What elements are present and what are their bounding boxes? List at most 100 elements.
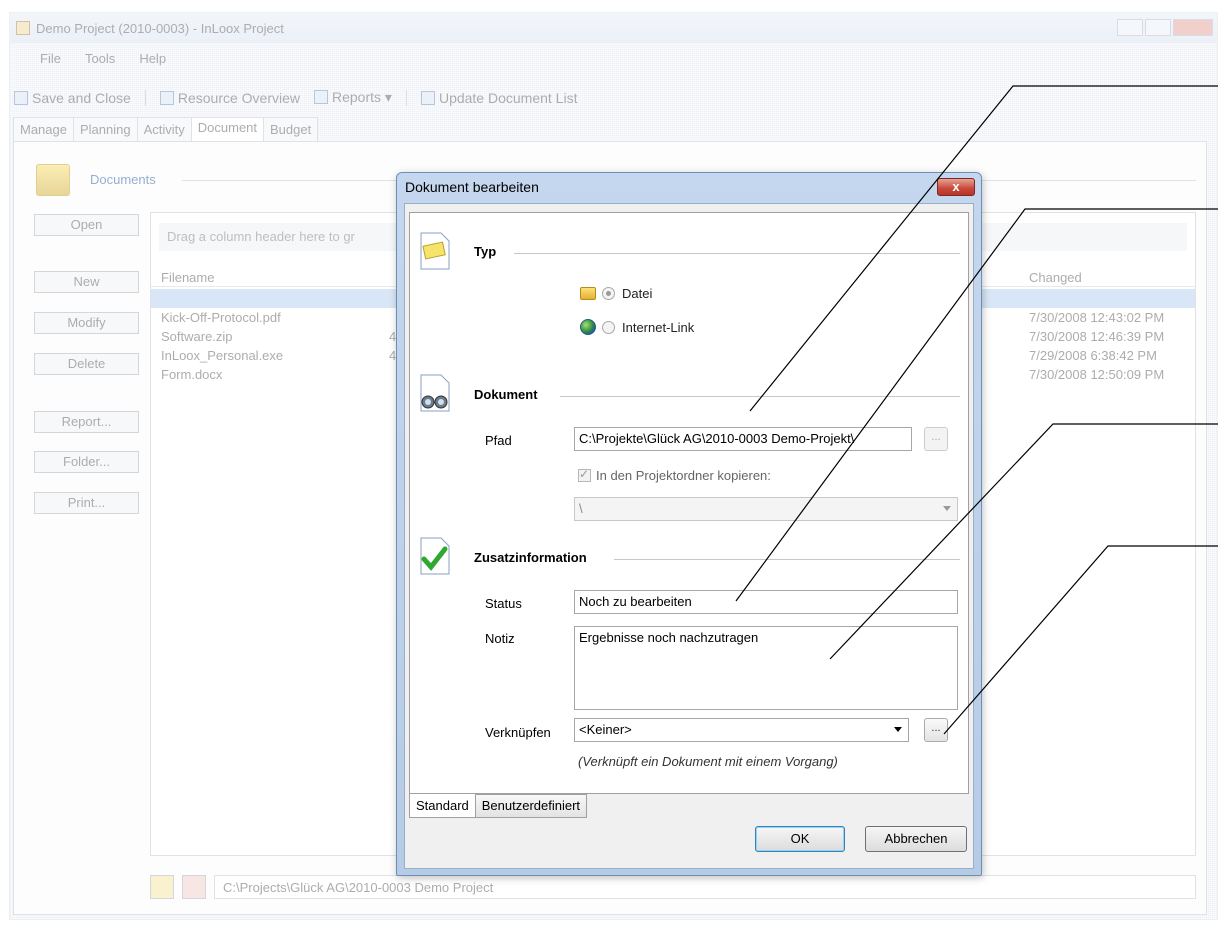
path-label: Pfad (485, 433, 512, 448)
open-folder-button[interactable] (150, 875, 174, 899)
status-label: Status (485, 596, 522, 611)
dialog-body: Typ Datei Internet-Link Dokument Pfad C:… (404, 203, 974, 869)
report-button[interactable]: Report... (34, 411, 139, 433)
link-combo[interactable]: <Keiner> (574, 718, 909, 742)
cell-changed: 7/30/2008 12:46:39 PM (1029, 329, 1165, 344)
cell-filename: InLoox_Personal.exe (161, 348, 284, 363)
cell-changed: 7/30/2008 12:43:02 PM (1029, 310, 1165, 325)
menu-file[interactable]: File (40, 51, 61, 66)
resource-icon (159, 90, 174, 105)
folder-icon (580, 287, 596, 300)
close-icon: x (952, 179, 960, 194)
note-icon (420, 232, 450, 270)
menu-tools[interactable]: Tools (85, 51, 115, 66)
radio-internet-link-label: Internet-Link (622, 319, 695, 335)
cell-filename: Software.zip (161, 329, 233, 344)
save-icon (14, 90, 28, 105)
tab-custom[interactable]: Benutzerdefiniert (474, 794, 588, 818)
save-close-label: Save and Close (32, 89, 131, 106)
globe-icon (580, 319, 596, 335)
link-browse-button[interactable]: ... (924, 718, 948, 742)
footer-bar: C:\Projects\Glück AG\2010-0003 Demo Proj… (150, 874, 1196, 900)
update-list-button[interactable]: Update Document List (420, 89, 578, 106)
zusatz-divider (614, 559, 960, 560)
toolbar-separator (144, 89, 146, 106)
edit-document-dialog: Dokument bearbeiten x Typ Datei Internet… (396, 172, 982, 876)
minimize-button[interactable] (1117, 19, 1143, 36)
note-label: Notiz (485, 631, 515, 646)
path-field[interactable]: C:\Projekte\Glück AG\2010-0003 Demo-Proj… (574, 427, 912, 451)
resource-overview-button[interactable]: Resource Overview (159, 89, 300, 106)
standard-tab-panel: Typ Datei Internet-Link Dokument Pfad C:… (409, 212, 969, 794)
radio-internet-link[interactable]: Internet-Link (580, 319, 694, 335)
radio-file-indicator[interactable] (602, 287, 615, 300)
column-changed[interactable]: Changed (1029, 270, 1082, 285)
open-button[interactable]: Open (34, 214, 139, 236)
toolbar-separator (405, 89, 407, 106)
print-button[interactable]: Print... (34, 492, 139, 514)
window-controls (1117, 19, 1213, 36)
cell-filename: Form.docx (161, 367, 223, 382)
folder-button[interactable]: Folder... (34, 451, 139, 473)
maximize-button[interactable] (1145, 19, 1171, 36)
cell-changed: 7/29/2008 6:38:42 PM (1029, 348, 1157, 363)
project-folder-value: \ (579, 501, 583, 516)
refresh-icon (420, 90, 435, 105)
remove-folder-button[interactable] (182, 875, 206, 899)
path-browse-button[interactable]: ... (924, 427, 948, 451)
main-tabs: Manage Planning Activity Document Budget (13, 117, 319, 141)
copy-to-project-checkbox[interactable]: ✓ In den Projektordner kopieren: (578, 467, 771, 483)
radio-file-label: Datei (622, 286, 653, 301)
tab-activity[interactable]: Activity (136, 117, 192, 141)
delete-button[interactable]: Delete (34, 353, 139, 375)
reports-label: Reports (332, 89, 382, 105)
window-close-button[interactable] (1173, 19, 1213, 36)
dokument-divider (560, 396, 960, 397)
note-textarea[interactable]: Ergebnisse noch nachzutragen (574, 626, 958, 710)
link-label: Verknüpfen (485, 725, 551, 740)
cell-changed: 7/30/2008 12:50:09 PM (1029, 367, 1165, 382)
binoculars-icon (420, 374, 450, 412)
dokument-heading: Dokument (474, 387, 538, 402)
dialog-close-button[interactable]: x (937, 178, 975, 196)
dialog-tabs: Standard Benutzerdefiniert (409, 794, 588, 818)
cancel-button[interactable]: Abbrechen (865, 826, 967, 852)
ok-button[interactable]: OK (755, 826, 845, 852)
tab-planning[interactable]: Planning (72, 117, 138, 141)
project-folder-combo[interactable]: \ (574, 497, 958, 521)
main-window-title: Demo Project (2010-0003) - InLoox Projec… (36, 20, 284, 36)
chevron-down-icon (894, 727, 902, 732)
menu-bar: File Tools Help (40, 51, 166, 66)
reports-icon (314, 90, 328, 104)
tab-standard[interactable]: Standard (409, 794, 476, 818)
radio-file[interactable]: Datei (580, 286, 652, 301)
save-close-button[interactable]: Save and Close (14, 90, 131, 106)
typ-divider (514, 253, 960, 254)
tab-manage[interactable]: Manage (13, 117, 74, 141)
copy-checkbox-box[interactable]: ✓ (578, 467, 591, 482)
update-list-label: Update Document List (438, 89, 578, 106)
reports-button[interactable]: Reports ▾ (314, 89, 392, 106)
status-field[interactable]: Noch zu bearbeiten (574, 590, 958, 614)
radio-internet-link-indicator[interactable] (602, 320, 615, 334)
footer-path: C:\Projects\Glück AG\2010-0003 Demo Proj… (214, 875, 1196, 899)
checkmark-document-icon (420, 537, 450, 575)
menu-help[interactable]: Help (139, 51, 166, 66)
zusatz-heading: Zusatzinformation (474, 550, 587, 565)
dialog-title: Dokument bearbeiten (405, 179, 539, 195)
new-button[interactable]: New (34, 271, 139, 293)
link-combo-value: <Keiner> (579, 722, 632, 737)
main-toolbar: Save and Close Resource Overview Reports… (14, 89, 577, 106)
typ-heading: Typ (474, 244, 497, 259)
documents-title: Documents (90, 172, 156, 187)
copy-checkbox-label: In den Projektordner kopieren: (596, 468, 771, 483)
resource-overview-label: Resource Overview (177, 89, 300, 106)
documents-icon (36, 164, 70, 196)
link-hint: (Verknüpft ein Dokument mit einem Vorgan… (578, 754, 838, 769)
tab-budget[interactable]: Budget (263, 117, 319, 141)
cell-filename: Kick-Off-Protocol.pdf (161, 310, 281, 325)
main-titlebar: Demo Project (2010-0003) - InLoox Projec… (10, 13, 1217, 43)
modify-button[interactable]: Modify (34, 312, 139, 334)
tab-document[interactable]: Document (190, 117, 265, 141)
column-filename[interactable]: Filename (161, 270, 214, 285)
